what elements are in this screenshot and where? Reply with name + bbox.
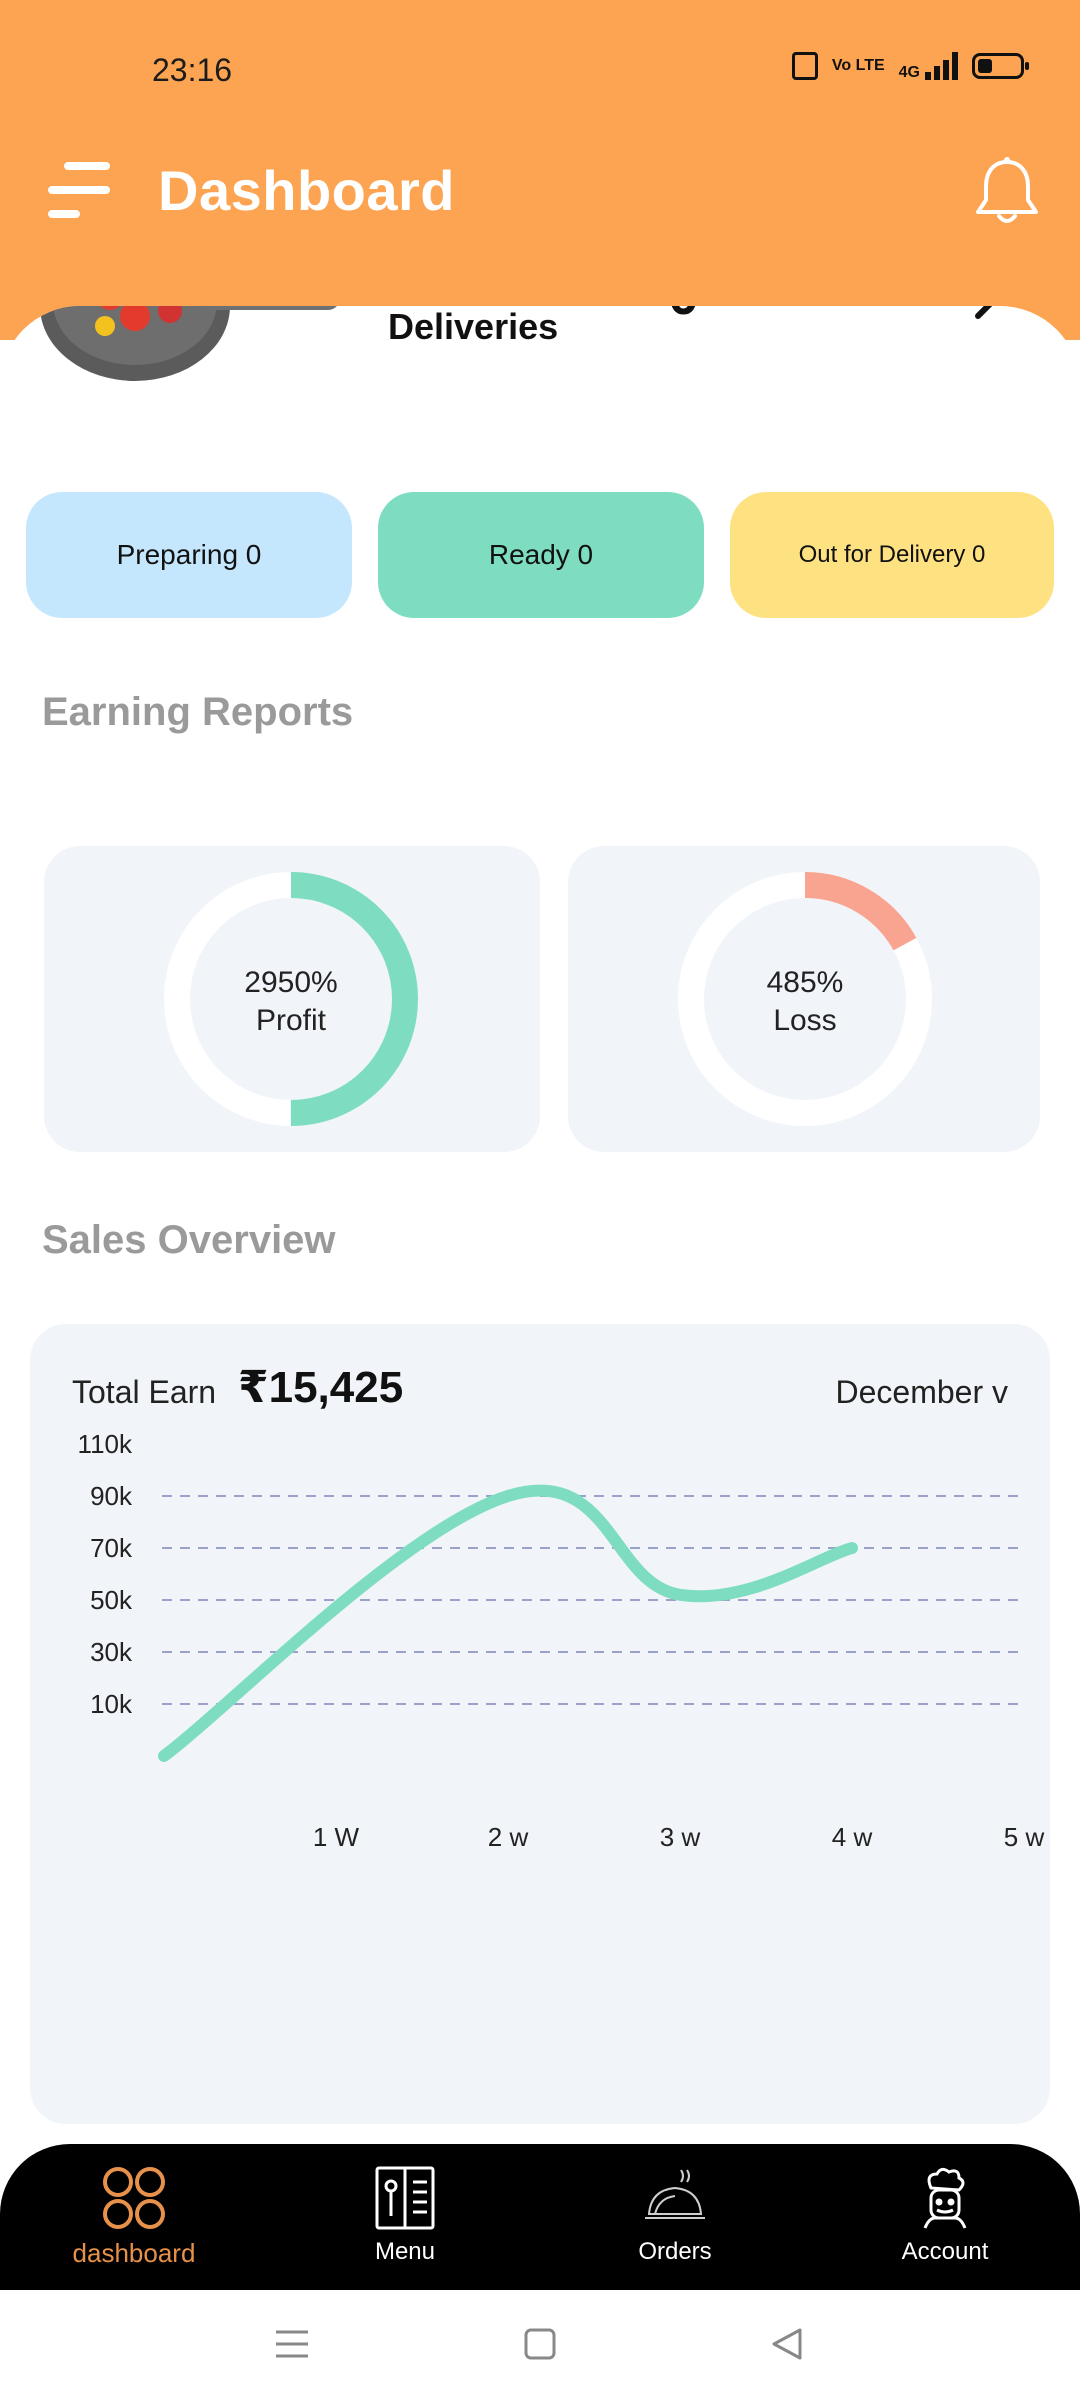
app-header: 23:16 Vo LTE 4G Dashboard [0,0,1080,340]
profit-card: 2950% Profit [44,846,540,1152]
recent-apps-icon[interactable] [272,2324,312,2364]
loss-card: 485% Loss [568,846,1040,1152]
system-navigation-bar [0,2290,1080,2400]
y-tick-label: 110k [78,1429,133,1459]
total-earn-label: Total Earn [72,1374,217,1410]
loss-label: 485% Loss [670,964,940,1040]
x-tick-label: 2 w [488,1822,529,1852]
loss-percent: 485% [766,966,844,999]
preparing-status-button[interactable]: Preparing 0 [26,492,352,618]
y-tick-label: 90k [90,1481,133,1511]
deliveries-label: Deliveries [388,306,559,347]
signal-icon: 4G [898,52,958,81]
x-tick-label: 1 W [313,1822,360,1852]
profit-text: Profit [255,1004,327,1037]
x-tick-label: 5 w [1004,1822,1045,1852]
nav-menu[interactable]: Menu [305,2164,505,2284]
sales-overview-title: Sales Overview [42,1218,336,1262]
back-icon[interactable] [768,2324,808,2364]
deliveries-count: 0 [668,306,699,327]
profit-label: 2950% Profit [156,964,426,1040]
nav-orders-label: Orders [638,2238,712,2265]
nav-account-label: Account [901,2238,989,2265]
arrow-icon[interactable] [974,306,1014,320]
data-type-text: 4G [898,64,920,81]
sales-line [158,1484,858,1762]
home-icon[interactable] [520,2324,560,2364]
nav-orders[interactable]: Orders [575,2164,775,2284]
nav-menu-label: Menu [374,2238,436,2265]
nav-dashboard[interactable]: dashboard [34,2164,234,2284]
status-time: 23:16 [152,52,233,88]
vibrate-icon [791,52,818,80]
y-tick-label: 10k [90,1689,133,1719]
nav-dashboard-label: dashboard [72,2238,196,2268]
earning-reports-title: Earning Reports [42,690,354,734]
chef-icon [923,2167,967,2229]
month-dropdown[interactable]: December v [836,1374,1009,1411]
x-tick-label: 3 w [660,1822,701,1852]
nav-account[interactable]: Account [845,2164,1045,2284]
out-for-delivery-status-button[interactable]: Out for Delivery 0 [730,492,1054,618]
y-tick-label: 30k [90,1637,133,1667]
loss-text: Loss [773,1004,837,1037]
battery-icon [972,53,1029,79]
total-earn-value: ₹15,425 [238,1363,404,1412]
x-tick-label: 4 w [832,1822,873,1852]
bell-icon[interactable] [972,156,1042,228]
volte-text: Vo LTE [831,57,885,74]
y-tick-label: 50k [90,1585,133,1615]
status-icons: Vo LTE 4G [791,52,1029,81]
profit-percent: 2950% [244,966,338,999]
y-tick-label: 70k [90,1533,133,1563]
ready-status-button[interactable]: Ready 0 [378,492,704,618]
dashboard-icon [103,2167,165,2229]
sales-chart-card: 110k 90k 70k 50k 30k 10k 1 W 2 w 3 w 4 w 5 w Total… [30,1324,1050,2124]
page-title: Dashboard [158,159,455,222]
cooking-pan-image [40,306,337,381]
sales-line-chart: 110k 90k 70k 50k 30k 10k 1 W 2 w 3 w 4 w 5 w [78,1429,1045,1852]
hamburger-menu-icon[interactable] [48,162,110,218]
dashboard-content: Deliveries 0 Preparing 0 Ready 0 Out for… [0,306,1080,2146]
menu-book-icon [375,2166,435,2230]
bottom-navigation: dashboard Menu Orders Account [0,2144,1080,2290]
food-cloche-icon [645,2169,705,2219]
